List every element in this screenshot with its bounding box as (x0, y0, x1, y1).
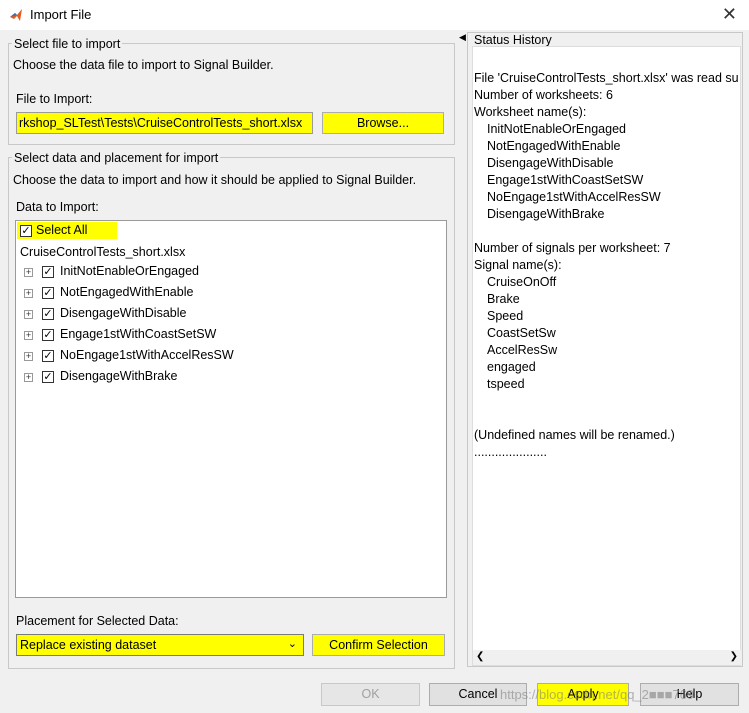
tree-item-label: InitNotEnableOrEngaged (60, 264, 199, 278)
item-checkbox[interactable]: ✓ (42, 329, 54, 341)
expand-icon[interactable]: + (24, 373, 33, 382)
item-checkbox[interactable]: ✓ (42, 350, 54, 362)
status-line: Signal name(s): (474, 258, 562, 272)
status-line: Number of worksheets: 6 (474, 88, 613, 102)
status-line: NotEngagedWithEnable (487, 139, 621, 153)
status-line: Brake (487, 292, 520, 306)
data-tree[interactable]: ✓ Select All CruiseControlTests_short.xl… (15, 220, 447, 598)
status-line: DisengageWithBrake (487, 207, 605, 221)
title-bar: Import File ✕ (0, 0, 749, 30)
expand-icon[interactable]: + (24, 310, 33, 319)
select-data-description: Choose the data to import and how it sho… (13, 173, 417, 187)
status-line: ..................... (474, 445, 547, 459)
close-icon[interactable]: ✕ (722, 4, 737, 25)
browse-button[interactable]: Browse... (322, 112, 444, 134)
tree-item-label: NotEngagedWithEnable (60, 285, 194, 299)
item-checkbox[interactable]: ✓ (42, 266, 54, 278)
status-line: NoEngage1stWithAccelResSW (487, 190, 661, 204)
file-path-field[interactable]: rkshop_SLTest\Tests\CruiseControlTests_s… (16, 112, 313, 134)
watermark: https://blog.csdn.net/qq_2■■■769 (500, 687, 695, 702)
window-title: Import File (30, 7, 92, 22)
item-checkbox[interactable]: ✓ (42, 371, 54, 383)
confirm-selection-label: Confirm Selection (329, 638, 428, 652)
status-line: engaged (487, 360, 536, 374)
status-line: Number of signals per worksheet: 7 (474, 241, 671, 255)
status-line: Worksheet name(s): (474, 105, 587, 119)
select-all-row[interactable]: ✓ Select All (17, 222, 117, 239)
browse-button-label: Browse... (356, 116, 410, 130)
tree-item-label: DisengageWithDisable (60, 306, 187, 320)
scroll-left-icon[interactable]: ❮ (476, 651, 484, 662)
ok-label: OK (361, 687, 380, 701)
placement-dropdown[interactable]: Replace existing dataset ⌄ (16, 634, 304, 656)
chevron-down-icon[interactable]: ⌄ (288, 637, 297, 650)
status-line: (Undefined names will be renamed.) (474, 428, 675, 442)
status-line: CruiseOnOff (487, 275, 557, 289)
select-all-label: Select All (36, 223, 88, 237)
data-to-import-label: Data to Import: (16, 200, 99, 214)
status-hscrollbar[interactable]: ❮ ❯ (473, 650, 741, 665)
confirm-selection-button[interactable]: Confirm Selection (312, 634, 445, 656)
item-checkbox[interactable]: ✓ (42, 287, 54, 299)
status-line: DisengageWithDisable (487, 156, 614, 170)
expand-icon[interactable]: + (24, 352, 33, 361)
placement-value: Replace existing dataset (20, 638, 157, 652)
status-line: InitNotEnableOrEngaged (487, 122, 626, 136)
expand-icon[interactable]: + (24, 289, 33, 298)
placement-label: Placement for Selected Data: (16, 614, 179, 628)
select-all-checkbox[interactable]: ✓ (20, 225, 32, 237)
splitter-arrow-icon[interactable]: ◀ (459, 32, 466, 43)
ok-button[interactable]: OK (321, 683, 420, 706)
status-line: Speed (487, 309, 524, 323)
file-to-import-label: File to Import: (16, 92, 93, 106)
scroll-right-icon[interactable]: ❯ (730, 651, 738, 662)
expand-icon[interactable]: + (24, 331, 33, 340)
file-path-value: rkshop_SLTest\Tests\CruiseControlTests_s… (19, 116, 303, 130)
matlab-icon (10, 9, 22, 21)
status-line: Engage1stWithCoastSetSW (487, 173, 644, 187)
select-file-description: Choose the data file to import to Signal… (13, 58, 274, 72)
cancel-label: Cancel (458, 687, 498, 701)
expand-icon[interactable]: + (24, 268, 33, 277)
status-line: File 'CruiseControlTests_short.xlsx' was… (474, 71, 739, 85)
tree-item-label: Engage1stWithCoastSetSW (60, 327, 217, 341)
status-line: CoastSetSw (487, 326, 556, 340)
tree-item-label: DisengageWithBrake (60, 369, 178, 383)
select-file-legend: Select file to import (12, 37, 123, 51)
status-history-legend: Status History (472, 33, 554, 47)
select-data-legend: Select data and placement for import (12, 151, 221, 165)
tree-item-label: NoEngage1stWithAccelResSW (60, 348, 234, 362)
status-line: tspeed (487, 377, 525, 391)
item-checkbox[interactable]: ✓ (42, 308, 54, 320)
status-line: AccelResSw (487, 343, 558, 357)
file-node-label: CruiseControlTests_short.xlsx (20, 245, 186, 259)
status-history-text: File 'CruiseControlTests_short.xlsx' was… (472, 46, 741, 666)
